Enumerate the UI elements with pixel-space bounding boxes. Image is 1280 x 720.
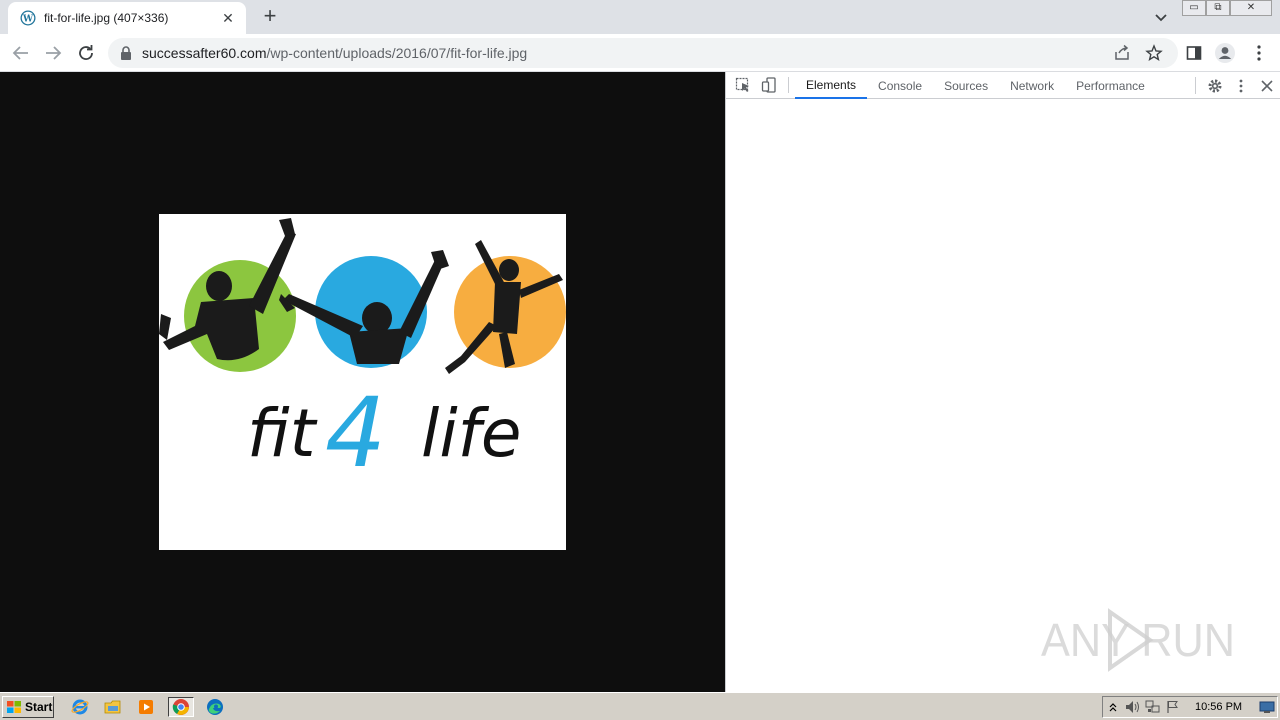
devtools-separator bbox=[788, 77, 789, 93]
minimize-button[interactable]: ▭ bbox=[1182, 0, 1206, 16]
star-icon bbox=[1145, 44, 1163, 61]
browser-tab[interactable]: W fit-for-life.jpg (407×336) ✕ bbox=[8, 2, 246, 34]
edge-icon bbox=[207, 699, 223, 715]
network-icon bbox=[1145, 700, 1160, 713]
show-desktop-button[interactable] bbox=[1257, 698, 1277, 716]
devtools-close-button[interactable] bbox=[1254, 72, 1280, 99]
svg-text:W: W bbox=[22, 15, 34, 25]
devtools-tab-sources[interactable]: Sources bbox=[933, 72, 999, 99]
anyrun-watermark: ANY RUN bbox=[1041, 608, 1235, 672]
folder-icon bbox=[104, 700, 121, 714]
taskbar-ie[interactable] bbox=[69, 697, 91, 717]
tab-close-icon[interactable]: ✕ bbox=[220, 10, 236, 26]
url-path: /wp-content/uploads/2016/07/fit-for-life… bbox=[266, 45, 528, 61]
desktop-icon bbox=[1259, 701, 1275, 713]
taskbar-explorer[interactable] bbox=[102, 697, 124, 717]
tab-search-chevron-icon[interactable] bbox=[1152, 8, 1170, 26]
chevron-up-icon bbox=[1109, 703, 1117, 712]
devtools-tab-console[interactable]: Console bbox=[867, 72, 933, 99]
logo-fit: fit bbox=[247, 395, 318, 472]
browser-toolbar: successafter60.com/wp-content/uploads/20… bbox=[0, 34, 1280, 72]
lock-icon[interactable] bbox=[120, 46, 132, 60]
new-tab-button[interactable]: + bbox=[259, 5, 281, 28]
taskbar-chrome[interactable] bbox=[168, 697, 194, 717]
gear-icon bbox=[1208, 79, 1222, 92]
share-icon bbox=[1115, 44, 1129, 60]
tray-expand-button[interactable] bbox=[1103, 698, 1123, 716]
fit4life-logo: fit 4 life bbox=[159, 218, 566, 489]
tray-network[interactable] bbox=[1143, 698, 1163, 716]
taskbar-edge[interactable] bbox=[204, 697, 226, 717]
tray-volume[interactable] bbox=[1123, 698, 1143, 716]
page-viewport: fit 4 life bbox=[0, 72, 725, 692]
internet-explorer-icon bbox=[71, 699, 89, 715]
devtools-settings-button[interactable] bbox=[1202, 72, 1228, 99]
back-arrow-icon[interactable] bbox=[9, 41, 33, 65]
side-panel-button[interactable] bbox=[1183, 42, 1205, 64]
devtools-tabbar: Elements Console Sources Network Performance bbox=[726, 72, 1280, 99]
start-button[interactable]: Start bbox=[2, 696, 54, 718]
side-panel-icon bbox=[1186, 46, 1202, 60]
fit-for-life-image[interactable]: fit 4 life bbox=[159, 214, 566, 550]
device-toolbar-button[interactable] bbox=[756, 72, 782, 98]
watermark-text: ANY RUN bbox=[1041, 614, 1235, 666]
kebab-menu-icon bbox=[1239, 79, 1243, 92]
devtools-tab-elements[interactable]: Elements bbox=[795, 72, 868, 99]
windows-flag-icon bbox=[7, 701, 21, 713]
speaker-icon bbox=[1126, 701, 1139, 713]
devtools-panel: Elements Console Sources Network Performance bbox=[725, 72, 1280, 692]
windows-taskbar: Start 10:56 PM bbox=[0, 692, 1280, 720]
menu-button[interactable] bbox=[1248, 42, 1270, 64]
url-host: successafter60.com bbox=[142, 45, 267, 61]
taskbar-media-player[interactable] bbox=[135, 697, 157, 717]
reload-icon[interactable] bbox=[74, 41, 98, 65]
wordpress-icon: W bbox=[20, 10, 36, 26]
window-controls: ▭ ⧉ ✕ bbox=[1182, 0, 1272, 18]
tray-action-center[interactable] bbox=[1163, 698, 1183, 716]
forward-arrow-icon[interactable] bbox=[41, 41, 65, 65]
restore-button[interactable]: ⧉ bbox=[1206, 0, 1230, 16]
inspect-element-button[interactable] bbox=[730, 72, 756, 98]
devtools-separator bbox=[1195, 77, 1196, 94]
address-bar[interactable]: successafter60.com/wp-content/uploads/20… bbox=[108, 38, 1178, 68]
devtools-tab-network[interactable]: Network bbox=[999, 72, 1065, 99]
logo-four: 4 bbox=[325, 377, 386, 489]
chrome-icon bbox=[172, 699, 189, 715]
tab-title: fit-for-life.jpg (407×336) bbox=[44, 11, 169, 25]
devtools-menu-button[interactable] bbox=[1228, 72, 1254, 99]
share-button[interactable] bbox=[1109, 38, 1135, 68]
window-close-button[interactable]: ✕ bbox=[1230, 0, 1272, 16]
start-label: Start bbox=[25, 700, 53, 714]
devtools-tab-list: Elements Console Sources Network Performance bbox=[795, 72, 1156, 99]
logo-life: life bbox=[421, 395, 522, 472]
inspect-cursor-icon bbox=[735, 77, 749, 92]
avatar-icon bbox=[1215, 43, 1235, 63]
close-icon bbox=[1261, 79, 1273, 92]
devtools-tab-performance[interactable]: Performance bbox=[1065, 72, 1156, 99]
bookmark-button[interactable] bbox=[1141, 38, 1167, 68]
device-mobile-icon bbox=[761, 77, 776, 93]
flag-icon bbox=[1167, 701, 1178, 713]
kebab-menu-icon bbox=[1257, 45, 1261, 61]
clock: 10:56 PM bbox=[1195, 701, 1243, 713]
system-tray: 10:56 PM bbox=[1102, 696, 1278, 718]
media-player-icon bbox=[139, 700, 153, 714]
devtools-right-controls bbox=[1189, 72, 1280, 99]
profile-button[interactable] bbox=[1214, 42, 1236, 64]
tab-strip: W fit-for-life.jpg (407×336) ✕ + ▭ ⧉ ✕ bbox=[0, 0, 1280, 34]
